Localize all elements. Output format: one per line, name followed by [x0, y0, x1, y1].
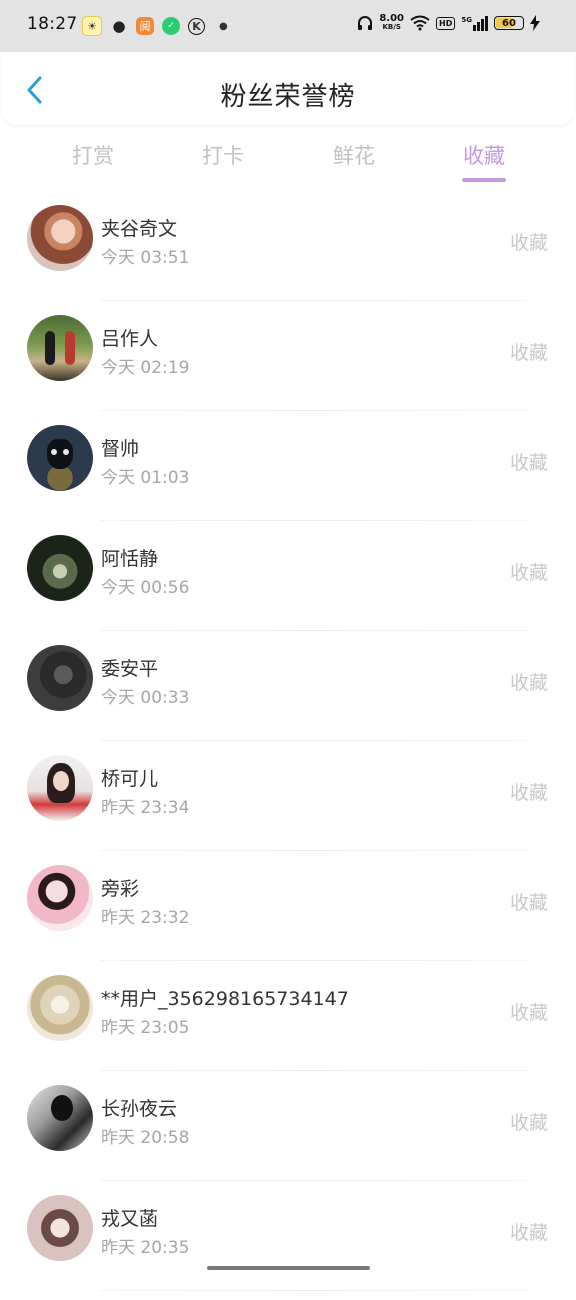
wechat-icon: ●	[112, 17, 126, 35]
net-speed-value: 8.00	[379, 13, 405, 24]
fan-list: 夹谷奇文 今天 03:51 收藏 吕作人 今天 02:19 收藏 督帅 今天 0…	[0, 200, 576, 1300]
avatar[interactable]	[27, 645, 93, 711]
list-item[interactable]: 夹谷奇文 今天 03:51 收藏	[0, 200, 576, 310]
wifi-icon	[410, 15, 430, 31]
list-item[interactable]: 委安平 今天 00:33 收藏	[0, 640, 576, 750]
list-item[interactable]: 戎又菡 昨天 20:35 收藏	[0, 1190, 576, 1300]
avatar[interactable]	[27, 1085, 93, 1151]
reader-app-icon: 阅	[136, 17, 154, 35]
signal-label: 5G	[461, 15, 472, 24]
active-tab-indicator	[462, 178, 506, 182]
list-item[interactable]: 桥可儿 昨天 23:34 收藏	[0, 750, 576, 860]
system-indicators: 8.00 KB/S HD 5G 60	[357, 14, 540, 32]
tab-favorites[interactable]: 收藏	[444, 140, 524, 170]
fan-name: 戎又菡	[101, 1208, 159, 1230]
notification-icons: ☀ ● 阅 ✓ K ●	[82, 16, 228, 36]
net-speed-unit: KB/S	[382, 23, 401, 31]
fan-time: 昨天 20:58	[101, 1128, 190, 1148]
charging-bolt-icon	[530, 15, 540, 31]
fan-name: 旁彩	[101, 878, 140, 900]
signal-icon: 5G	[461, 15, 488, 31]
favorite-label: 收藏	[509, 1222, 548, 1244]
fan-time: 昨天 23:34	[101, 798, 190, 818]
list-item[interactable]: 阿恬静 今天 00:56 收藏	[0, 530, 576, 640]
tab-tips[interactable]: 打赏	[53, 140, 133, 170]
favorite-label: 收藏	[509, 562, 548, 584]
fan-name: 夹谷奇文	[101, 218, 178, 240]
fan-name: **用户_356298165734147	[101, 988, 349, 1010]
fan-name: 委安平	[101, 658, 159, 680]
avatar[interactable]	[27, 205, 93, 271]
favorite-label: 收藏	[509, 232, 548, 254]
favorite-label: 收藏	[509, 782, 548, 804]
tab-checkin[interactable]: 打卡	[183, 140, 263, 170]
avatar[interactable]	[27, 425, 93, 491]
page-title: 粉丝荣誉榜	[220, 82, 356, 112]
fan-name: 督帅	[101, 438, 140, 460]
hd-badge: HD	[436, 16, 456, 30]
list-item[interactable]: 旁彩 昨天 23:32 收藏	[0, 860, 576, 970]
avatar[interactable]	[27, 535, 93, 601]
avatar[interactable]	[27, 1195, 93, 1261]
fan-time: 今天 00:33	[101, 688, 190, 708]
fan-time: 昨天 23:05	[101, 1018, 190, 1038]
favorite-label: 收藏	[509, 1112, 548, 1134]
fan-time: 今天 02:19	[101, 358, 190, 378]
k-app-icon: K	[188, 17, 205, 35]
favorite-label: 收藏	[509, 1002, 548, 1024]
list-item[interactable]: 吕作人 今天 02:19 收藏	[0, 310, 576, 420]
favorite-label: 收藏	[509, 672, 548, 694]
chat-app-icon: ✓	[162, 17, 180, 35]
sun-app-icon: ☀	[82, 16, 102, 36]
favorite-label: 收藏	[509, 342, 548, 364]
fan-time: 今天 00:56	[101, 578, 190, 598]
fan-name: 桥可儿	[101, 768, 159, 790]
status-bar: 18:27 ☀ ● 阅 ✓ K ● 8.00 KB/S HD 5G 60	[0, 0, 576, 52]
fan-time: 今天 03:51	[101, 248, 190, 268]
avatar[interactable]	[27, 755, 93, 821]
avatar[interactable]	[27, 975, 93, 1041]
list-item[interactable]: **用户_356298165734147 昨天 23:05 收藏	[0, 970, 576, 1080]
tab-bar: 打赏 打卡 鲜花 收藏	[0, 140, 576, 190]
fan-name: 长孙夜云	[101, 1098, 178, 1120]
fan-name: 吕作人	[101, 328, 159, 350]
battery-icon: 60	[494, 16, 524, 30]
favorite-label: 收藏	[509, 892, 548, 914]
favorite-label: 收藏	[509, 452, 548, 474]
headphones-icon	[358, 16, 373, 30]
fan-time: 今天 01:03	[101, 468, 190, 488]
list-item[interactable]: 督帅 今天 01:03 收藏	[0, 420, 576, 530]
tab-flowers[interactable]: 鲜花	[314, 140, 394, 170]
battery-level: 60	[502, 18, 516, 29]
avatar[interactable]	[27, 315, 93, 381]
fan-name: 阿恬静	[101, 548, 159, 570]
fan-time: 昨天 23:32	[101, 908, 190, 928]
net-speed: 8.00 KB/S	[379, 14, 404, 32]
avatar[interactable]	[27, 865, 93, 931]
list-item[interactable]: 长孙夜云 昨天 20:58 收藏	[0, 1080, 576, 1190]
clock: 18:27	[27, 14, 78, 34]
fan-time: 昨天 20:35	[101, 1238, 190, 1258]
more-dot-icon: ●	[219, 20, 228, 32]
app-header: 粉丝荣誉榜	[2, 52, 574, 125]
home-indicator[interactable]	[207, 1266, 370, 1270]
